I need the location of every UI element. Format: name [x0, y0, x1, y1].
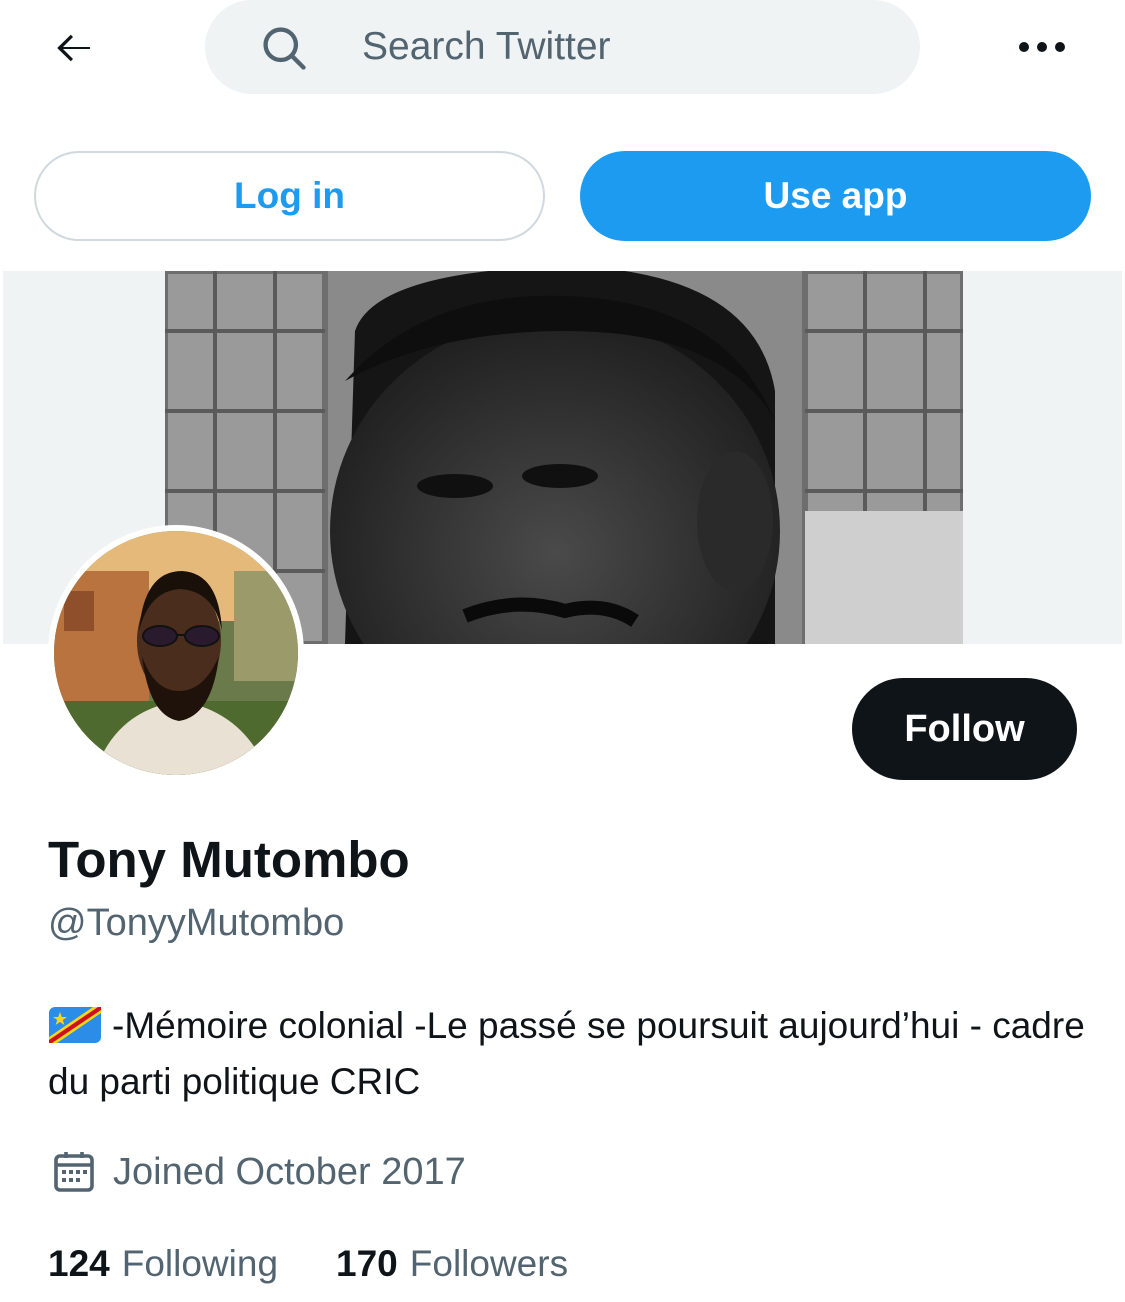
login-button[interactable]: Log in	[34, 151, 545, 241]
back-button[interactable]	[48, 22, 100, 74]
followers-label: Followers	[409, 1243, 569, 1284]
joined-date: Joined October 2017	[113, 1151, 466, 1193]
profile-handle: @TonyyMutombo	[48, 902, 345, 944]
profile-name: Tony Mutombo	[48, 831, 410, 888]
followers-count: 170	[336, 1243, 398, 1284]
use-app-button[interactable]: Use app	[580, 151, 1091, 241]
profile-stats: 124 Following 170 Followers	[48, 1238, 568, 1290]
calendar-icon	[54, 1152, 94, 1192]
search-icon	[263, 27, 306, 70]
following-link[interactable]: 124 Following	[48, 1238, 278, 1290]
following-count: 124	[48, 1243, 110, 1284]
search-input[interactable]	[362, 18, 882, 76]
follow-button[interactable]: Follow	[852, 678, 1077, 780]
followers-link[interactable]: 170 Followers	[336, 1238, 568, 1290]
more-horizontal-icon	[1019, 42, 1065, 52]
following-label: Following	[121, 1243, 279, 1284]
bio-text: -Mémoire colonial -Le passé se poursuit …	[48, 1005, 1085, 1102]
avatar-photo	[54, 531, 298, 775]
arrow-left-icon	[57, 34, 90, 62]
more-button[interactable]	[1014, 24, 1070, 70]
dr-congo-flag-icon	[49, 1007, 101, 1043]
top-bar	[0, 0, 1125, 100]
avatar[interactable]	[48, 525, 304, 781]
profile-bio: -Mémoire colonial -Le passé se poursuit …	[48, 998, 1088, 1110]
